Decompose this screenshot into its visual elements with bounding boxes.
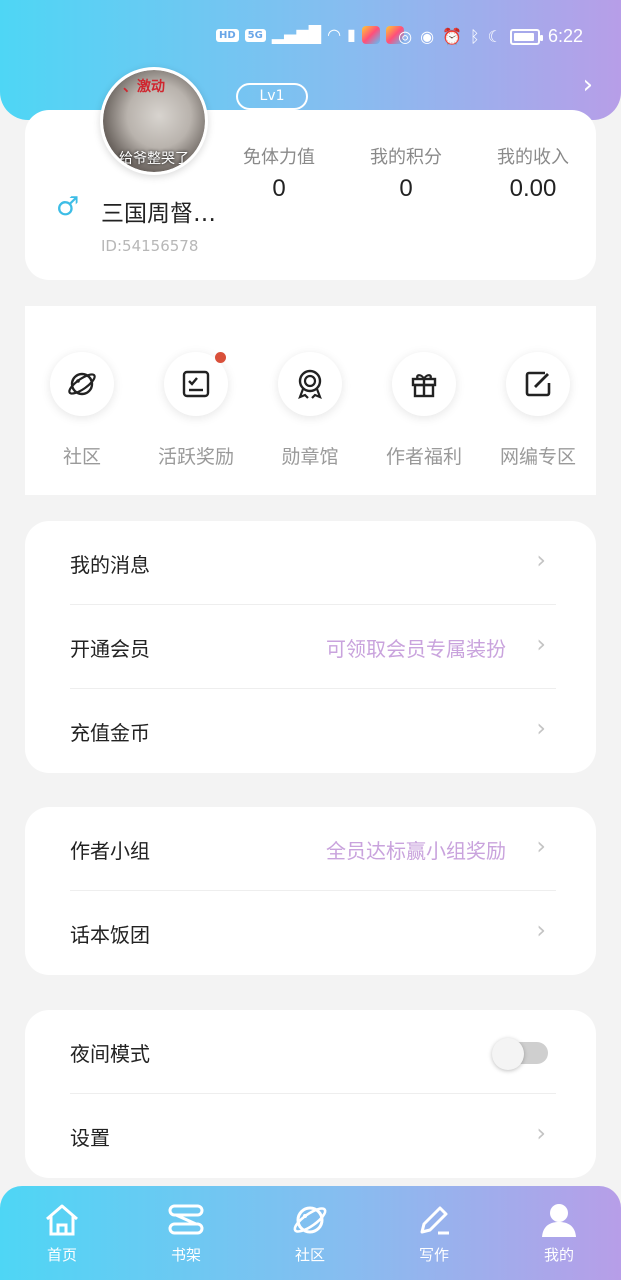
stat-stamina[interactable]: 免体力值 0: [224, 143, 334, 203]
stat-points[interactable]: 我的积分 0: [351, 143, 461, 203]
menu-item-night-mode: 夜间模式: [25, 1010, 596, 1094]
bookshelf-icon: [141, 1200, 231, 1240]
menu-item-author-group[interactable]: 作者小组 全员达标赢小组奖励 ›: [25, 807, 596, 891]
gift-icon: [392, 352, 456, 416]
stat-value: 0: [399, 175, 413, 202]
menu-item-recharge[interactable]: 充值金币 ›: [25, 689, 596, 773]
avatar-caption-top: 、激动: [123, 79, 165, 95]
tab-label: 我的: [543, 1246, 574, 1264]
menu-card-groups: 作者小组 全员达标赢小组奖励 › 话本饭团 ›: [25, 807, 596, 975]
tab-community[interactable]: 社区: [265, 1200, 355, 1265]
quick-action-author-welfare[interactable]: 作者福利: [369, 352, 479, 469]
quick-action-label: 活跃奖励: [157, 446, 234, 468]
menu-item-title: 话本饭团: [70, 923, 150, 947]
battery-saver-icon: ▮: [347, 25, 356, 44]
wifi-icon: ◠: [327, 25, 342, 44]
tab-label: 写作: [418, 1246, 449, 1264]
quick-action-label: 社区: [62, 446, 101, 468]
quick-action-label: 作者福利: [385, 446, 462, 468]
home-icon: [17, 1200, 107, 1240]
battery-icon: [509, 28, 543, 45]
menu-item-title: 充值金币: [70, 721, 150, 745]
bluetooth-icon: ᛒ: [470, 26, 480, 46]
menu-item-fan-group[interactable]: 话本饭团 ›: [25, 891, 596, 975]
chevron-right-icon: ›: [536, 916, 546, 944]
planet-icon: [265, 1200, 355, 1240]
notification-dot: [215, 352, 226, 363]
alarm-icon: ⏰: [442, 26, 462, 46]
stat-label: 我的积分: [370, 147, 442, 168]
menu-item-hint: 全员达标赢小组奖励: [326, 839, 506, 863]
tab-label: 首页: [46, 1246, 77, 1264]
quick-action-editor-zone[interactable]: 网编专区: [483, 352, 593, 469]
stat-label: 免体力值: [243, 147, 315, 168]
tab-label: 社区: [294, 1246, 325, 1264]
chevron-right-icon[interactable]: ›: [583, 70, 593, 100]
tab-bookshelf[interactable]: 书架: [141, 1200, 231, 1265]
menu-item-messages[interactable]: 我的消息 ›: [25, 521, 596, 605]
menu-item-title: 夜间模式: [70, 1042, 150, 1066]
status-bar: HD 5G ▂▄▆█ ◠ ▮ ◎ ◉ ⏰ ᛒ ☾ 6:22: [0, 0, 621, 72]
eye-icon: ◉: [420, 26, 435, 46]
checklist-icon: [164, 352, 228, 416]
quick-action-label: 勋章馆: [281, 446, 339, 468]
chevron-right-icon: ›: [536, 714, 546, 742]
pen-icon: [389, 1200, 479, 1240]
level-badge[interactable]: Lv1: [236, 83, 308, 110]
bottom-tab-bar: 首页 书架 社区 写作 我的: [0, 1186, 621, 1280]
quick-action-medals[interactable]: 勋章馆: [255, 352, 365, 469]
menu-item-title: 我的消息: [70, 553, 150, 577]
menu-item-membership[interactable]: 开通会员 可领取会员专属装扮 ›: [25, 605, 596, 689]
chevron-right-icon: ›: [536, 546, 546, 574]
user-icon: [514, 1200, 604, 1240]
menu-item-title: 设置: [70, 1126, 110, 1150]
menu-item-hint: 可领取会员专属装扮: [326, 637, 506, 661]
menu-card-preferences: 夜间模式 设置 ›: [25, 1010, 596, 1178]
chevron-right-icon: ›: [536, 1119, 546, 1147]
toggle-knob: [492, 1038, 524, 1070]
stat-value: 0.00: [509, 175, 557, 202]
menu-item-title: 开通会员: [70, 637, 150, 661]
stat-value: 0: [272, 175, 286, 202]
chevron-right-icon: ›: [536, 832, 546, 860]
user-id: ID:54156578: [101, 237, 199, 255]
tab-write[interactable]: 写作: [389, 1200, 479, 1265]
edit-icon: [506, 352, 570, 416]
tab-home[interactable]: 首页: [17, 1200, 107, 1265]
network-type: 5G: [244, 28, 266, 42]
hd-indicator: HD: [216, 28, 239, 42]
menu-item-title: 作者小组: [70, 839, 150, 863]
signal-icon: ▂▄▆█: [271, 25, 322, 44]
app-notification-icon: [361, 26, 380, 44]
medal-icon: [278, 352, 342, 416]
gender-male-icon: ♂: [56, 192, 80, 222]
clock: 6:22: [547, 26, 583, 46]
avatar-photo: 、激动 给爷整哭了: [103, 70, 205, 172]
quick-action-label: 网编专区: [499, 446, 576, 468]
stat-label: 我的收入: [497, 147, 569, 168]
avatar-caption-bottom: 给爷整哭了: [119, 151, 189, 167]
avatar[interactable]: 、激动 给爷整哭了: [100, 67, 208, 175]
menu-card-account: 我的消息 › 开通会员 可领取会员专属装扮 › 充值金币 ›: [25, 521, 596, 773]
chevron-right-icon: ›: [536, 630, 546, 658]
quick-action-active-reward[interactable]: 活跃奖励: [141, 352, 251, 469]
tab-label: 书架: [170, 1246, 201, 1264]
menu-item-settings[interactable]: 设置 ›: [25, 1094, 596, 1178]
moon-icon: ☾: [487, 26, 502, 46]
quick-action-community[interactable]: 社区: [27, 352, 137, 469]
tab-mine[interactable]: 我的: [514, 1200, 604, 1265]
planet-icon: [50, 352, 114, 416]
nfc-icon: ◎: [398, 26, 413, 46]
quick-actions-card: 社区 活跃奖励 勋章馆 作者福利 网编专区: [25, 306, 596, 495]
nickname[interactable]: 三国周督…: [101, 194, 216, 228]
night-mode-toggle[interactable]: [492, 1038, 548, 1070]
stat-income[interactable]: 我的收入 0.00: [478, 143, 588, 203]
